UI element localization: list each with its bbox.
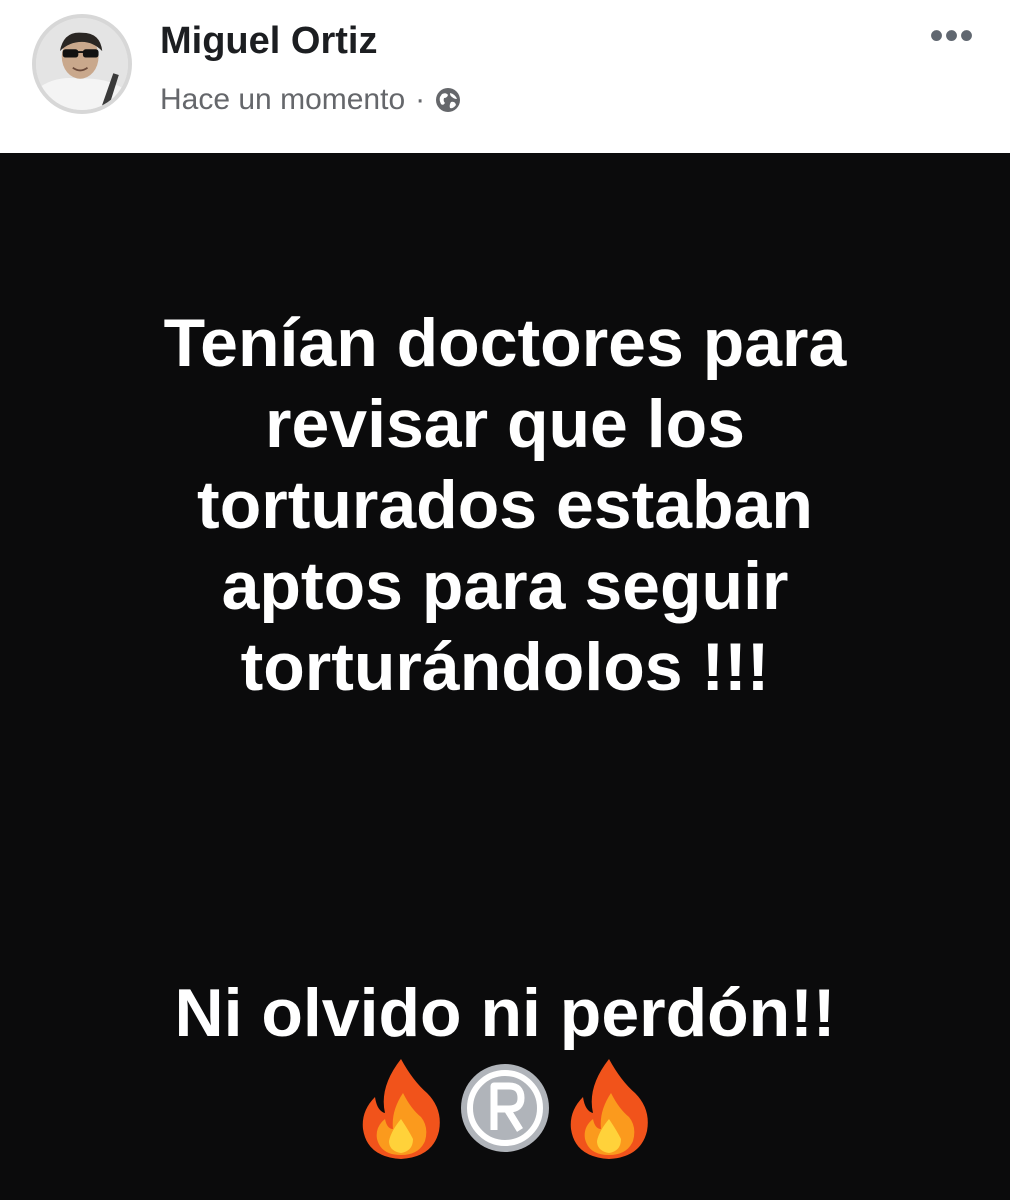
post: Miguel Ortiz Hace un momento · ••• Tenía…: [0, 0, 1010, 1200]
author-name[interactable]: Miguel Ortiz: [160, 18, 377, 64]
post-closing-line: Ni olvido ni perdón!!: [174, 975, 836, 1051]
post-text: Tenían doctores para revisar que los tor…: [163, 305, 847, 705]
post-header: Miguel Ortiz Hace un momento · •••: [0, 0, 1010, 153]
registered-icon: [461, 1064, 549, 1152]
emoji-row: [0, 1053, 1010, 1163]
more-options-button[interactable]: •••: [924, 16, 980, 56]
more-options-icon: •••: [929, 14, 975, 58]
avatar[interactable]: [32, 14, 132, 114]
globe-icon[interactable]: [435, 87, 461, 113]
post-card: Tenían doctores para revisar que los tor…: [0, 153, 1010, 1200]
meta-separator: ·: [415, 83, 426, 116]
avatar-photo: [36, 18, 128, 110]
timestamp[interactable]: Hace un momento: [160, 83, 405, 117]
fire-icon: [362, 1059, 440, 1159]
post-meta: Hace un momento ·: [160, 80, 461, 120]
fire-icon: [570, 1059, 648, 1159]
